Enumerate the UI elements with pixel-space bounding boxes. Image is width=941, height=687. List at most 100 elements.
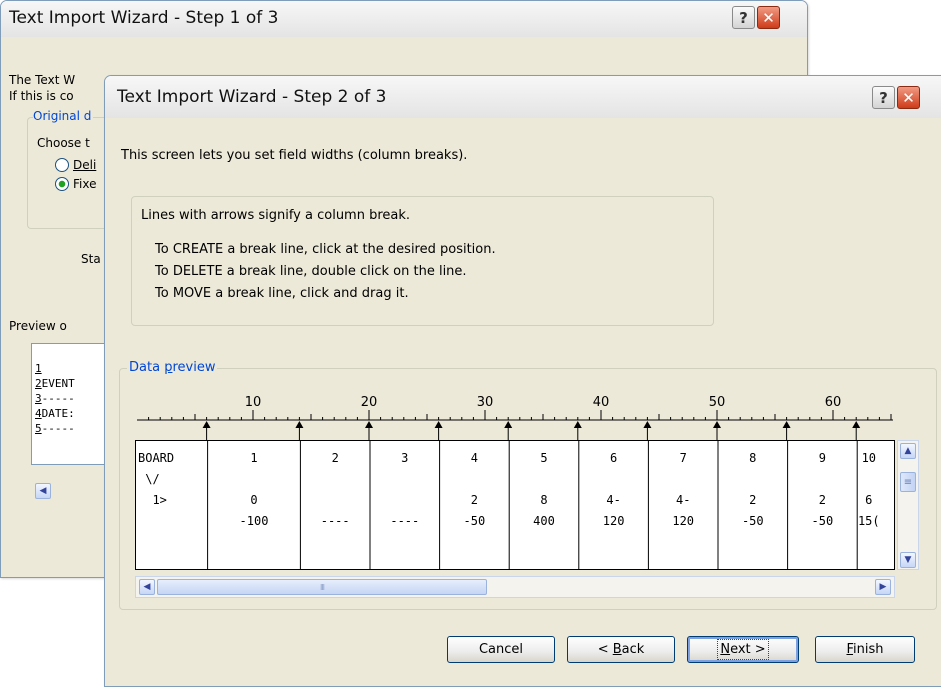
help-icon: ? xyxy=(739,8,748,27)
step1-radio-fixed[interactable]: Fixe xyxy=(55,177,96,191)
vscroll-down-button[interactable]: ▼ xyxy=(900,552,916,568)
step1-radio-delimited-label: Deli xyxy=(73,158,97,172)
preview-cell: 2 xyxy=(749,493,756,507)
preview-cell: -50 xyxy=(464,514,486,528)
step1-close-button[interactable]: ✕ xyxy=(757,6,780,29)
data-preview-label: Data preview xyxy=(127,360,218,375)
preview-cell: 2 xyxy=(819,493,826,507)
vscroll-up-button[interactable]: ▲ xyxy=(900,443,916,459)
step1-title-bar[interactable]: Text Import Wizard - Step 1 of 3 ? ✕ xyxy=(1,1,807,37)
step1-title: Text Import Wizard - Step 1 of 3 xyxy=(9,8,279,28)
ruler[interactable]: 10 20 30 40 50 60 xyxy=(135,390,895,440)
step1-preview-rows: 1 2EVENT 3----- 4DATE: 5----- xyxy=(35,361,75,436)
preview-cell: 0 xyxy=(250,493,257,507)
preview-cell: 6 xyxy=(610,451,617,465)
preview-cell: 2 xyxy=(471,493,478,507)
step1-help-button[interactable]: ? xyxy=(732,6,755,29)
break-arrow-icon xyxy=(573,421,582,428)
break-arrow-icon xyxy=(295,421,304,428)
break-arrow-icon xyxy=(852,421,861,428)
info-line-create: To CREATE a break line, click at the des… xyxy=(155,242,496,257)
cancel-button[interactable]: Cancel xyxy=(447,636,555,663)
preview-cell: 15( xyxy=(858,514,880,528)
preview-cell: ---- xyxy=(321,514,350,528)
preview-cell: 120 xyxy=(603,514,625,528)
step1-group-label: Original d xyxy=(33,109,94,123)
step1-preview-label: Preview o xyxy=(9,319,67,333)
step2-dialog: Text Import Wizard - Step 2 of 3 ? ✕ Thi… xyxy=(104,75,941,687)
preview-cell: 8 xyxy=(749,451,756,465)
next-button[interactable]: Next > xyxy=(687,636,799,663)
step2-client: This screen lets you set field widths (c… xyxy=(105,118,941,686)
step2-help-button[interactable]: ? xyxy=(872,86,895,109)
step2-title: Text Import Wizard - Step 2 of 3 xyxy=(117,87,387,107)
preview-cell: 4- xyxy=(676,493,690,507)
preview-cell: 400 xyxy=(533,514,555,528)
break-arrow-icon xyxy=(202,421,211,428)
preview-cell: ---- xyxy=(390,514,419,528)
step2-intro-text: This screen lets you set field widths (c… xyxy=(121,148,468,163)
radio-checked-icon xyxy=(55,177,69,191)
preview-grid: BOARD \/ 1> 1 0 -100 2 ---- 3 ---- 4 2 -50 5 8 400 6 4-… xyxy=(135,440,895,570)
info-line-move: To MOVE a break line, click and drag it. xyxy=(155,286,409,301)
preview-cell: 2 xyxy=(332,451,339,465)
ruler-number: 40 xyxy=(593,395,610,410)
ruler-number: 50 xyxy=(709,395,726,410)
arrow-left-icon: ◀ xyxy=(143,582,151,592)
step1-intro-line2: If this is co xyxy=(9,89,74,103)
arrow-left-icon: ◀ xyxy=(39,486,47,496)
close-icon: ✕ xyxy=(902,88,915,107)
preview-cell: 6 xyxy=(865,493,872,507)
step1-radio-fixed-label: Fixe xyxy=(73,177,97,191)
step1-scroll-left-button[interactable]: ◀ xyxy=(35,483,51,499)
vscroll-thumb[interactable]: ≡ xyxy=(900,472,916,492)
hscroll-right-button[interactable]: ▶ xyxy=(875,579,891,595)
break-arrow-icon xyxy=(713,421,721,428)
break-arrow-icon xyxy=(365,421,373,428)
preview-cell: 7 xyxy=(680,451,687,465)
break-arrow-icon xyxy=(643,421,652,428)
ruler-ticks: 10 20 30 40 50 60 xyxy=(137,395,893,440)
preview-cell: -50 xyxy=(742,514,764,528)
step1-preview-row: 5----- xyxy=(35,422,75,435)
finish-button[interactable]: Finish xyxy=(815,636,915,663)
hscroll-left-button[interactable]: ◀ xyxy=(139,579,155,595)
step1-preview-row: 2EVENT xyxy=(35,377,75,390)
preview-cell: 8 xyxy=(540,493,547,507)
step1-intro-line1: The Text W xyxy=(9,73,76,87)
preview-grid-svg: BOARD \/ 1>10-1002----3----42-505840064-… xyxy=(138,441,880,569)
info-title: Lines with arrows signify a column break… xyxy=(141,208,411,223)
step1-radio-delimited[interactable]: Deli xyxy=(55,158,96,172)
ruler-number: 60 xyxy=(825,395,842,410)
step1-preview-row: 4DATE: xyxy=(35,407,75,420)
preview-cell: BOARD xyxy=(138,451,174,465)
preview-cell: \/ xyxy=(138,472,160,486)
grip-icon: ≡ xyxy=(903,476,913,488)
step2-close-button[interactable]: ✕ xyxy=(897,86,920,109)
grip-icon: III xyxy=(319,582,325,592)
preview-cell: 1 xyxy=(250,451,257,465)
break-arrow-icon xyxy=(434,421,443,428)
close-icon: ✕ xyxy=(762,8,775,27)
ruler-number: 20 xyxy=(361,395,378,410)
hscroll-thumb[interactable]: III xyxy=(157,579,487,595)
preview-cell: 120 xyxy=(672,514,694,528)
arrow-down-icon: ▼ xyxy=(904,555,912,565)
vscroll-track[interactable] xyxy=(897,440,919,570)
arrow-right-icon: ▶ xyxy=(879,582,887,592)
preview-cell: 4 xyxy=(471,451,478,465)
step1-preview-row: 1 xyxy=(35,362,42,375)
break-arrow-icon xyxy=(504,421,513,428)
ruler-number: 10 xyxy=(245,395,262,410)
arrow-up-icon: ▲ xyxy=(904,446,912,456)
help-icon: ? xyxy=(879,88,888,107)
ruler-number: 30 xyxy=(477,395,494,410)
step2-title-bar[interactable]: Text Import Wizard - Step 2 of 3 ? ✕ xyxy=(105,76,941,118)
radio-unchecked-icon xyxy=(55,158,69,172)
back-button[interactable]: < Back xyxy=(567,636,675,663)
info-line-delete: To DELETE a break line, double click on … xyxy=(155,264,467,279)
preview-cell: 3 xyxy=(401,451,408,465)
step1-preview-row: 3----- xyxy=(35,392,75,405)
preview-cell: 4- xyxy=(606,493,620,507)
preview-cell: 5 xyxy=(540,451,547,465)
